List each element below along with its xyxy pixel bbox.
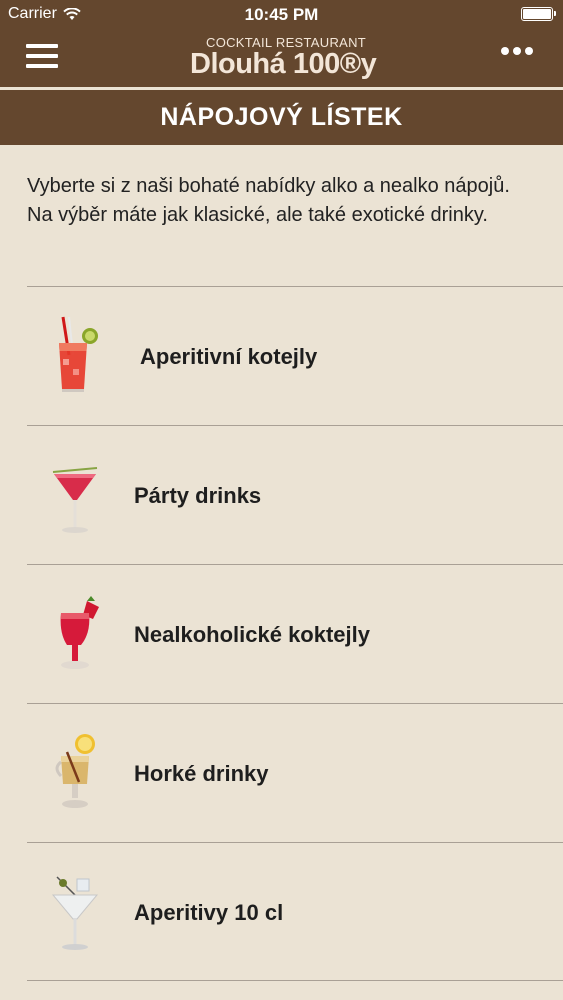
- category-label: Horké drinky: [134, 761, 269, 786]
- category-item-aperitivy-10-cl[interactable]: Aperitivy 10 cl: [27, 842, 563, 981]
- more-options-icon[interactable]: [501, 47, 533, 55]
- red-cocktail-icon: [59, 316, 98, 392]
- category-label: Aperitivní kotejly: [140, 344, 318, 369]
- category-label: Aperitivy 10 cl: [134, 900, 284, 925]
- category-item-party-drinks[interactable]: Párty drinks: [27, 425, 563, 564]
- drink-category-list: Aperitivní kotejly Párty drinks Nealkoho…: [27, 286, 563, 981]
- clock: 10:45 PM: [244, 5, 319, 24]
- category-item-aperitivni-kotejly[interactable]: Aperitivní kotejly: [27, 286, 563, 425]
- nav-bar: COCKTAIL RESTAURANT Dlouhá 100®y: [0, 30, 563, 87]
- category-label: Párty drinks: [134, 483, 262, 508]
- hamburger-menu-icon[interactable]: [26, 44, 58, 70]
- status-bar: Carrier 10:45 PM: [0, 0, 563, 30]
- category-item-nealkoholicke-koktejly[interactable]: Nealkoholické koktejly: [27, 564, 563, 703]
- logo-title: Dlouhá 100®y: [190, 48, 377, 80]
- battery-icon: [521, 7, 556, 21]
- category-label: Nealkoholické koktejly: [134, 622, 370, 647]
- category-item-horke-drinky[interactable]: Horké drinky: [27, 703, 563, 842]
- strawberry-drink-icon: [60, 596, 99, 669]
- martini-olive-icon: [51, 876, 99, 950]
- martini-red-icon: [52, 467, 98, 533]
- hot-drink-icon: [55, 734, 95, 808]
- page-title: NÁPOJOVÝ LÍSTEK: [0, 90, 563, 145]
- intro-text: Vyberte si z naši bohaté nabídky alko a …: [27, 175, 510, 226]
- restaurant-logo: COCKTAIL RESTAURANT Dlouhá 100®y: [190, 35, 377, 83]
